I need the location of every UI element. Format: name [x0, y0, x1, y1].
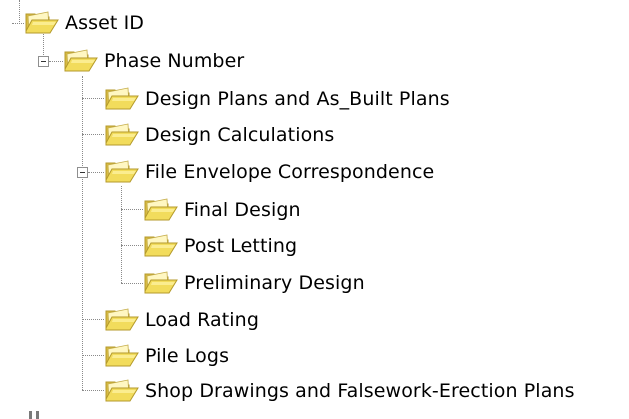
- tree-item-preliminary-design[interactable]: Preliminary Design: [143, 267, 365, 299]
- folder-open-icon: [144, 234, 178, 257]
- folder-open-icon: [105, 308, 139, 331]
- tree-item-label: Shop Drawings and Falsework-Erection Pla…: [145, 380, 575, 402]
- folder-tree: Asset ID Phase Number Design Plans and A…: [0, 0, 629, 419]
- tree-connector: [12, 23, 24, 24]
- tree-item-pile-logs[interactable]: Pile Logs: [104, 340, 229, 372]
- tree-item-label: Design Calculations: [145, 124, 335, 146]
- tree-item-label: Design Plans and As_Built Plans: [145, 88, 450, 110]
- tree-connector: [19, 0, 20, 24]
- tree-item-label: Pile Logs: [145, 345, 230, 367]
- tree-item-label: Preliminary Design: [184, 272, 365, 294]
- tree-item-file-envelope[interactable]: File Envelope Correspondence: [104, 156, 434, 188]
- tree-item-label: Phase Number: [104, 50, 245, 72]
- tree-item-load-rating[interactable]: Load Rating: [104, 304, 259, 336]
- tree-connector: [82, 355, 104, 356]
- tree-connector: [82, 98, 104, 99]
- folder-open-icon: [105, 123, 139, 146]
- tree-item-label: Load Rating: [145, 309, 259, 331]
- tree-item-final-design[interactable]: Final Design: [143, 194, 301, 226]
- tree-item-label: Asset ID: [65, 12, 145, 34]
- tree-connector: [121, 283, 143, 284]
- tree-connector: [82, 390, 104, 391]
- collapse-toggle-file-envelope[interactable]: [77, 167, 88, 178]
- tree-connector: [82, 134, 104, 135]
- tree-connector: [82, 76, 83, 390]
- tree-connector: [121, 209, 143, 210]
- folder-open-icon: [105, 87, 139, 110]
- tree-connector: [121, 186, 122, 283]
- tree-item-design-calculations[interactable]: Design Calculations: [104, 119, 334, 151]
- tree-item-post-letting[interactable]: Post Letting: [143, 230, 297, 262]
- folder-open-icon: [25, 11, 59, 34]
- tree-item-asset-id[interactable]: Asset ID: [24, 7, 144, 39]
- cut-off-tree-glyph: [29, 411, 39, 419]
- tree-item-label: Final Design: [184, 199, 301, 221]
- tree-connector: [49, 61, 63, 62]
- tree-connector: [121, 245, 143, 246]
- tree-item-label: File Envelope Correspondence: [145, 161, 435, 183]
- tree-item-phase-number[interactable]: Phase Number: [63, 45, 244, 77]
- tree-connector: [88, 172, 104, 173]
- folder-open-icon: [144, 198, 178, 221]
- folder-open-icon: [105, 379, 139, 402]
- tree-connector: [82, 319, 104, 320]
- folder-open-icon: [144, 271, 178, 294]
- tree-item-label: Post Letting: [184, 235, 298, 257]
- folder-open-icon: [105, 160, 139, 183]
- tree-item-shop-drawings[interactable]: Shop Drawings and Falsework-Erection Pla…: [104, 375, 575, 407]
- tree-item-design-plans[interactable]: Design Plans and As_Built Plans: [104, 83, 450, 115]
- folder-open-icon: [105, 344, 139, 367]
- folder-open-icon: [64, 49, 98, 72]
- collapse-toggle-phase-number[interactable]: [38, 56, 49, 67]
